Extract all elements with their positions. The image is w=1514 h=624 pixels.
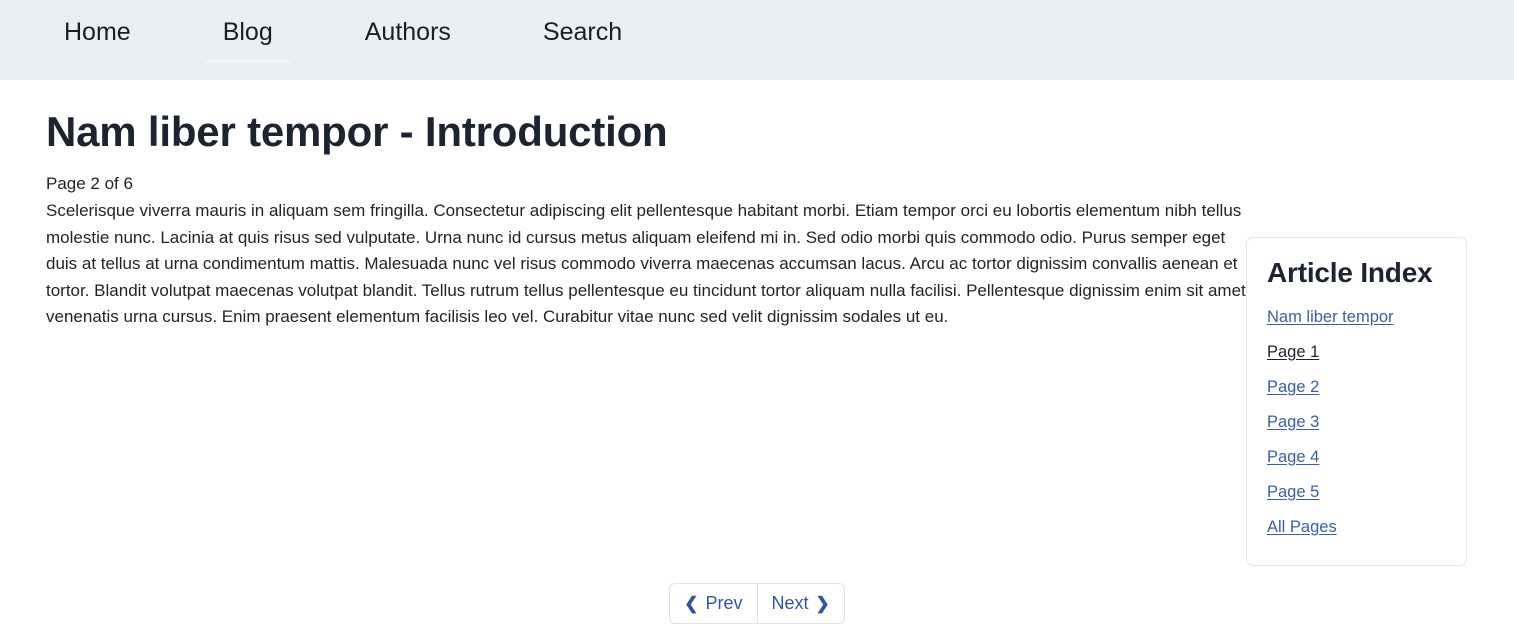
nav-item-home[interactable]: Home xyxy=(46,0,149,80)
prev-page-button[interactable]: ❮ Prev xyxy=(669,583,757,624)
page-wrapper: Nam liber tempor - Introduction Page 2 o… xyxy=(0,80,1514,624)
list-item: Page 5 xyxy=(1267,475,1446,510)
list-item: Page 4 xyxy=(1267,440,1446,475)
next-page-button[interactable]: Next ❯ xyxy=(756,583,845,624)
article-index-card: Article Index Nam liber tempor Page 1 Pa… xyxy=(1246,237,1467,566)
article-column: Nam liber tempor - Introduction Page 2 o… xyxy=(46,80,1246,331)
site-header: Home Blog Authors Search xyxy=(0,0,1514,80)
nav-item-authors[interactable]: Authors xyxy=(347,0,469,80)
index-link-nam-liber-tempor[interactable]: Nam liber tempor xyxy=(1267,300,1394,335)
nav-item-search[interactable]: Search xyxy=(525,0,640,80)
index-link-all-pages[interactable]: All Pages xyxy=(1267,510,1337,545)
index-link-page-1[interactable]: Page 1 xyxy=(1267,335,1319,370)
article-body-text: Scelerisque viverra mauris in aliquam se… xyxy=(46,201,1246,326)
list-item: Page 2 xyxy=(1267,370,1446,405)
prev-page-label: Prev xyxy=(705,593,743,613)
nav-link-home[interactable]: Home xyxy=(46,17,149,47)
index-link-page-3[interactable]: Page 3 xyxy=(1267,405,1319,440)
list-item: Page 1 xyxy=(1267,335,1446,370)
index-link-page-2[interactable]: Page 2 xyxy=(1267,370,1319,405)
page-title: Nam liber tempor - Introduction xyxy=(46,108,668,155)
page-counter: Page 2 of 6 xyxy=(46,174,133,193)
next-page-label: Next xyxy=(771,593,809,613)
list-item: Page 3 xyxy=(1267,405,1446,440)
primary-navigation: Home Blog Authors Search xyxy=(46,0,640,80)
pagination: ❮ Prev Next ❯ xyxy=(0,583,1514,624)
article-index-list: Nam liber tempor Page 1 Page 2 Page 3 Pa… xyxy=(1267,300,1446,545)
nav-link-authors[interactable]: Authors xyxy=(347,17,469,47)
active-tab-indicator xyxy=(204,60,291,63)
article-index-title: Article Index xyxy=(1267,257,1433,288)
nav-link-search[interactable]: Search xyxy=(525,17,640,47)
chevron-right-icon: ❯ xyxy=(815,593,830,613)
index-link-page-4[interactable]: Page 4 xyxy=(1267,440,1319,475)
list-item: All Pages xyxy=(1267,510,1446,545)
nav-link-blog[interactable]: Blog xyxy=(205,17,291,47)
index-link-page-5[interactable]: Page 5 xyxy=(1267,475,1319,510)
pagination-button-group: ❮ Prev Next ❯ xyxy=(669,583,845,624)
chevron-left-icon: ❮ xyxy=(684,593,699,613)
nav-list: Home Blog Authors Search xyxy=(46,0,640,80)
nav-item-blog[interactable]: Blog xyxy=(204,0,291,80)
list-item: Nam liber tempor xyxy=(1267,300,1446,335)
